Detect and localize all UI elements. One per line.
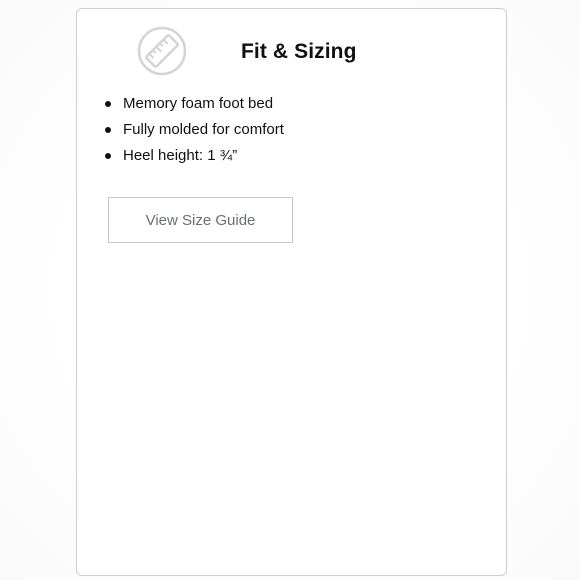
bullet-icon <box>105 101 111 107</box>
fit-sizing-card: Fit & Sizing Memory foam foot bed Fully … <box>76 8 507 576</box>
feature-list: Memory foam foot bed Fully molded for co… <box>105 91 284 169</box>
bullet-icon <box>105 127 111 133</box>
view-size-guide-button[interactable]: View Size Guide <box>108 197 293 243</box>
feature-text: Heel height: 1 ¾” <box>123 147 238 164</box>
card-header: Fit & Sizing <box>77 9 506 99</box>
list-item: Heel height: 1 ¾” <box>105 143 284 169</box>
feature-text: Fully molded for comfort <box>123 121 284 138</box>
list-item: Memory foam foot bed <box>105 91 284 117</box>
card-title: Fit & Sizing <box>241 40 357 63</box>
page: Fit & Sizing Memory foam foot bed Fully … <box>0 0 580 580</box>
ruler-icon <box>137 26 187 76</box>
list-item: Fully molded for comfort <box>105 117 284 143</box>
bullet-icon <box>105 153 111 159</box>
feature-text: Memory foam foot bed <box>123 95 274 112</box>
